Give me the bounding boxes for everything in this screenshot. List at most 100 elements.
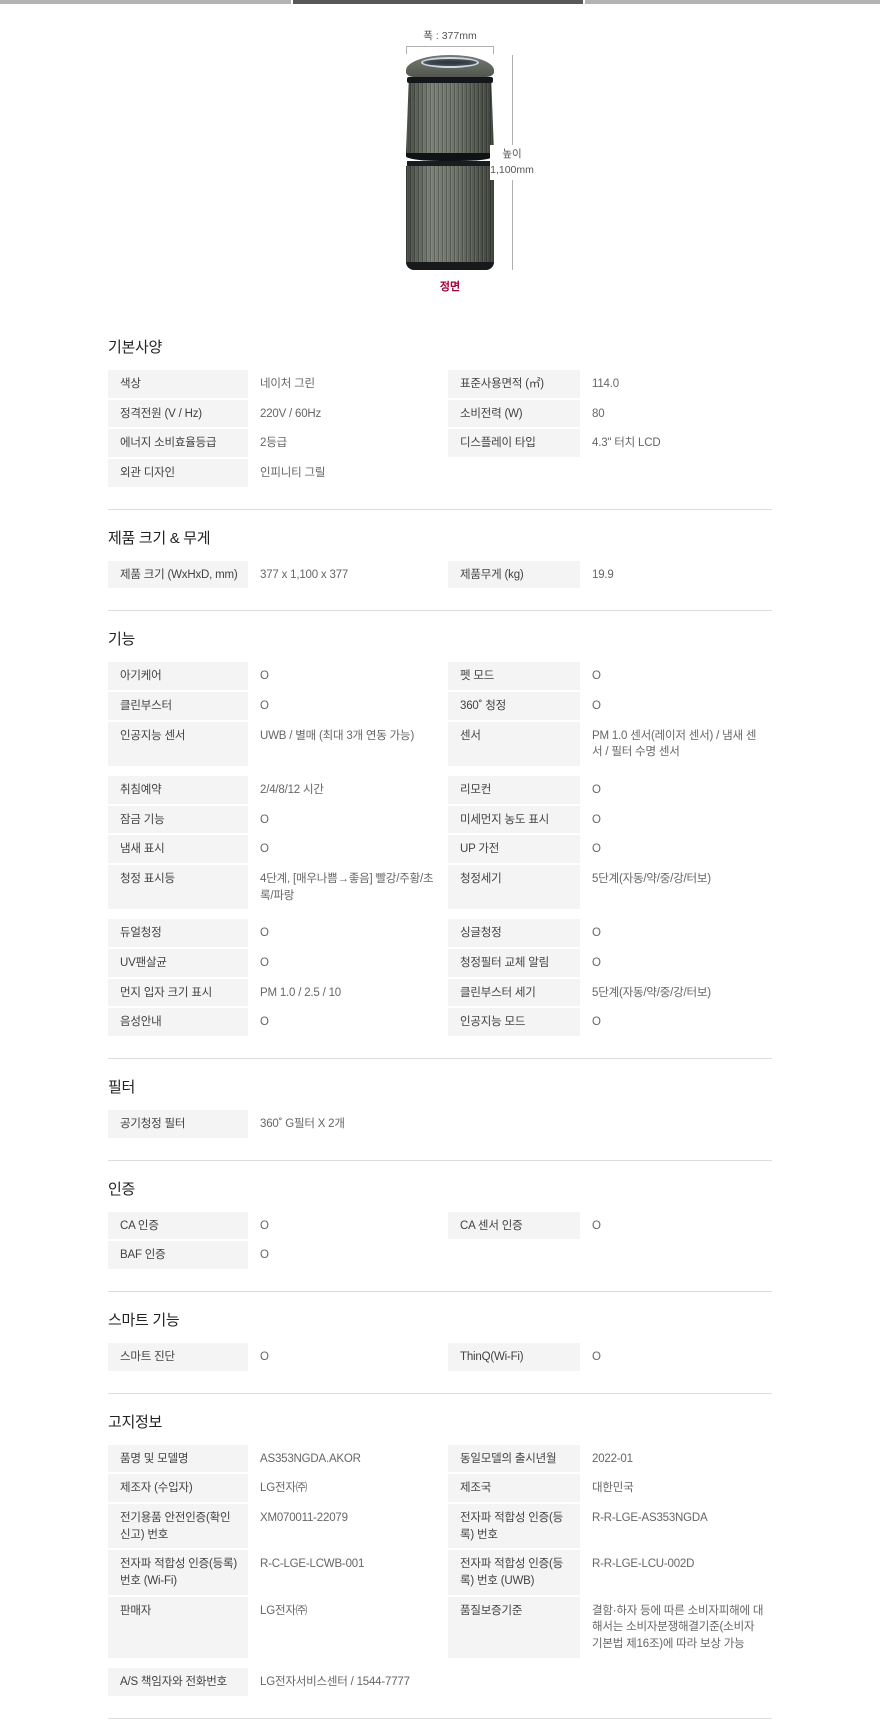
- spec-label: 제조자 (수입자): [108, 1474, 248, 1502]
- spec-value: O: [248, 919, 448, 947]
- spec-value: 80: [580, 400, 772, 428]
- spec-label: 음성안내: [108, 1008, 248, 1036]
- spec-table: 품명 및 모델명AS353NGDA.AKOR동일모델의 출시년월2022-01제…: [108, 1445, 772, 1658]
- product-base: [406, 262, 494, 270]
- spec-section: 제품 크기 & 무게 제품 크기 (WxHxD, mm)377 x 1,100 …: [108, 510, 772, 612]
- spec-label: 펫 모드: [448, 662, 580, 690]
- spec-label: 동일모델의 출시년월: [448, 1445, 580, 1473]
- spec-label: [448, 1668, 580, 1696]
- spec-value: R-R-LGE-AS353NGDA: [580, 1504, 772, 1548]
- section-title: 기능: [108, 628, 772, 649]
- spec-value: O: [248, 1343, 448, 1371]
- spec-label: 외관 디자인: [108, 459, 248, 487]
- spec-table: 스마트 진단OThinQ(Wi-Fi)O: [108, 1343, 772, 1371]
- spec-label: A/S 책임자와 전화번호: [108, 1668, 248, 1696]
- spec-value: O: [248, 1241, 448, 1269]
- section-title: 기본사양: [108, 336, 772, 357]
- spec-label: 에너지 소비효율등급: [108, 429, 248, 457]
- spec-label: 360˚ 청정: [448, 692, 580, 720]
- spec-value: O: [248, 806, 448, 834]
- spec-value: O: [580, 806, 772, 834]
- front-view-label: 정면: [406, 278, 494, 294]
- spec-section: 인증 CA 인증OCA 센서 인증OBAF 인증O: [108, 1161, 772, 1292]
- spec-label: 품명 및 모델명: [108, 1445, 248, 1473]
- spec-value: [580, 1110, 772, 1138]
- spec-label: 판매자: [108, 1597, 248, 1658]
- spec-value: O: [248, 1008, 448, 1036]
- spec-value: AS353NGDA.AKOR: [248, 1445, 448, 1473]
- spec-sections: 기본사양 색상네이처 그린표준사용면적 (㎡)114.0정격전원 (V / Hz…: [108, 336, 772, 1725]
- spec-label: 제조국: [448, 1474, 580, 1502]
- product-display-ring: [421, 57, 479, 68]
- spec-table: CA 인증OCA 센서 인증OBAF 인증O: [108, 1212, 772, 1269]
- spec-value: R-C-LGE-LCWB-001: [248, 1550, 448, 1594]
- height-dimension: 높이 1,100mm: [492, 55, 532, 270]
- spec-value: O: [248, 662, 448, 690]
- width-dimension-label: 폭 : 377mm: [406, 28, 494, 43]
- spec-label: 인공지능 모드: [448, 1008, 580, 1036]
- spec-label: 스마트 진단: [108, 1343, 248, 1371]
- product-top-cap: [406, 55, 494, 77]
- spec-label: 제품무게 (kg): [448, 561, 580, 589]
- spec-label: CA 인증: [108, 1212, 248, 1240]
- spec-value: O: [580, 919, 772, 947]
- spec-value: O: [580, 776, 772, 804]
- spec-label: 공기청정 필터: [108, 1110, 248, 1138]
- section-title: 고지정보: [108, 1411, 772, 1432]
- spec-value: 114.0: [580, 370, 772, 398]
- spec-section: 기능 아기케어O펫 모드O클린부스터O360˚ 청정O인공지능 센서UWB / …: [108, 611, 772, 1059]
- spec-label: 미세먼지 농도 표시: [448, 806, 580, 834]
- spec-value: LG전자㈜: [248, 1474, 448, 1502]
- spec-label: [448, 459, 580, 487]
- spec-label: 정격전원 (V / Hz): [108, 400, 248, 428]
- spec-label: 센서: [448, 722, 580, 766]
- spec-label: ThinQ(Wi-Fi): [448, 1343, 580, 1371]
- spec-label: 청정세기: [448, 865, 580, 909]
- spec-value: [580, 459, 772, 487]
- spec-label: 청정필터 교체 알림: [448, 949, 580, 977]
- spec-value: O: [580, 949, 772, 977]
- spec-value: [580, 1668, 772, 1696]
- spec-table: 제품 크기 (WxHxD, mm)377 x 1,100 x 377제품무게 (…: [108, 561, 772, 589]
- spec-label: 품질보증기준: [448, 1597, 580, 1658]
- spec-section: 기본사양 색상네이처 그린표준사용면적 (㎡)114.0정격전원 (V / Hz…: [108, 336, 772, 510]
- spec-section: 필터 공기청정 필터360˚ G필터 X 2개: [108, 1059, 772, 1161]
- spec-value: O: [580, 1008, 772, 1036]
- spec-label: 리모컨: [448, 776, 580, 804]
- spec-label: 청정 표시등: [108, 865, 248, 909]
- spec-label: [448, 1241, 580, 1269]
- spec-label: 아기케어: [108, 662, 248, 690]
- spec-label: 인공지능 센서: [108, 722, 248, 766]
- spec-value: O: [580, 835, 772, 863]
- spec-label: 취침예약: [108, 776, 248, 804]
- spec-value: 5단계(자동/약/중/강/터보): [580, 865, 772, 909]
- spec-value: O: [580, 1343, 772, 1371]
- product-image: [406, 55, 494, 270]
- spec-label: 듀얼청정: [108, 919, 248, 947]
- spec-value: 377 x 1,100 x 377: [248, 561, 448, 589]
- spec-label: 색상: [108, 370, 248, 398]
- spec-value: 360˚ G필터 X 2개: [248, 1110, 448, 1138]
- spec-table: 취침예약2/4/8/12 시간리모컨O잠금 기능O미세먼지 농도 표시O냄새 표…: [108, 776, 772, 909]
- section-title: 인증: [108, 1178, 772, 1199]
- spec-value: PM 1.0 / 2.5 / 10: [248, 979, 448, 1007]
- spec-value: UWB / 별매 (최대 3개 연동 가능): [248, 722, 448, 766]
- spec-label: 표준사용면적 (㎡): [448, 370, 580, 398]
- spec-label: BAF 인증: [108, 1241, 248, 1269]
- spec-value: 2등급: [248, 429, 448, 457]
- scrollbar-thumb[interactable]: [291, 0, 585, 4]
- spec-label: 먼지 입자 크기 표시: [108, 979, 248, 1007]
- spec-value: O: [580, 662, 772, 690]
- spec-value: 대한민국: [580, 1474, 772, 1502]
- spec-table: 듀얼청정O싱글청정OUV팬살균O청정필터 교체 알림O먼지 입자 크기 표시PM…: [108, 919, 772, 1036]
- product-spec-page: { "theme": { "accent_color": "#a50034", …: [0, 0, 880, 1725]
- spec-label: 전자파 적합성 인증(등록) 번호 (UWB): [448, 1550, 580, 1594]
- spec-value: LG전자서비스센터 / 1544-7777: [248, 1668, 448, 1696]
- spec-value: 2/4/8/12 시간: [248, 776, 448, 804]
- spec-label: 전자파 적합성 인증(등록) 번호: [448, 1504, 580, 1548]
- width-dimension: 폭 : 377mm: [406, 28, 494, 55]
- product-upper-body: [406, 83, 494, 153]
- width-dimension-line: [406, 46, 494, 55]
- spec-value: O: [248, 692, 448, 720]
- spec-section: 고지정보 품명 및 모델명AS353NGDA.AKOR동일모델의 출시년월202…: [108, 1394, 772, 1719]
